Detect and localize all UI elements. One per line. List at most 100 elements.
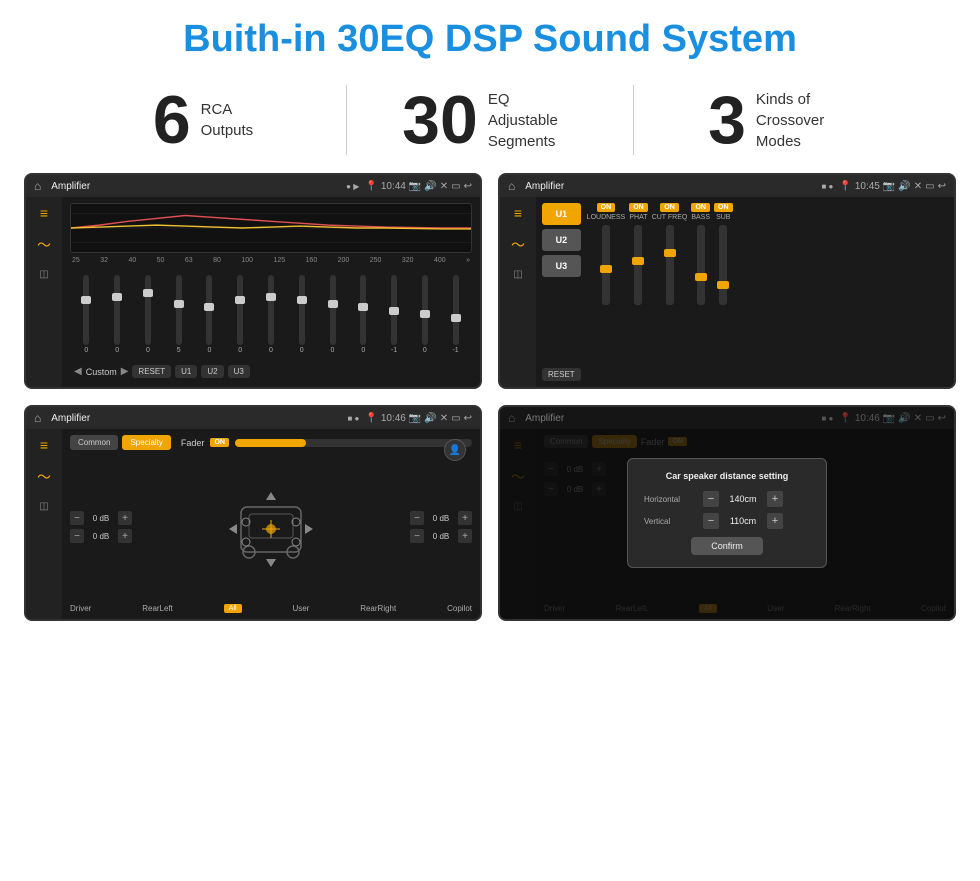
eq-track-4[interactable] (206, 275, 212, 345)
freq-100: 100 (241, 257, 253, 264)
cutfreq-slider[interactable] (666, 225, 674, 305)
wave-icon-2[interactable]: 〜 (511, 235, 525, 255)
db-control-fr-top: − 0 dB + (410, 511, 472, 525)
horizontal-minus[interactable]: − (703, 491, 719, 507)
eq-track-11[interactable] (422, 275, 428, 345)
u3-btn[interactable]: U3 (228, 365, 250, 378)
eq-val-0: 0 (84, 347, 88, 354)
minus-fr-top[interactable]: − (410, 511, 424, 525)
u1-btn[interactable]: U1 (175, 365, 197, 378)
side-controls-1: ≡ 〜 ◫ (26, 197, 62, 387)
tab-specialty[interactable]: Specialty (122, 435, 170, 450)
u2-btn[interactable]: U2 (201, 365, 223, 378)
camera-icon-2: 📷 (883, 181, 895, 192)
back-icon-2[interactable]: ↩ (938, 181, 946, 192)
fader-slider[interactable] (235, 439, 472, 447)
eq-thumb-0 (81, 296, 91, 304)
user-icon-fader[interactable]: 👤 (444, 439, 466, 461)
eq-track-12[interactable] (453, 275, 459, 345)
back-icon-1[interactable]: ↩ (464, 181, 472, 192)
eq-track-9[interactable] (360, 275, 366, 345)
speaker-icon-2[interactable]: ◫ (513, 269, 522, 280)
battery-icon-2: ▭ (925, 181, 934, 192)
horizontal-label: Horizontal (644, 495, 699, 504)
eq-val-2: 0 (146, 347, 150, 354)
camera-icon-3: 📷 (409, 413, 421, 424)
reset-btn-eq[interactable]: RESET (132, 365, 171, 378)
eq-freq-labels: 25 32 40 50 63 80 100 125 160 200 250 32… (70, 257, 472, 264)
sub-slider[interactable] (719, 225, 727, 305)
loudness-on[interactable]: ON (597, 203, 616, 212)
phat-on[interactable]: ON (629, 203, 648, 212)
speaker-icon-1[interactable]: ◫ (39, 269, 48, 280)
plus-fr-top[interactable]: + (458, 511, 472, 525)
status-icons-1: 📍 10:44 📷 🔊 ✕ ▭ ↩ (365, 181, 472, 192)
home-icon-3[interactable]: ⌂ (34, 411, 41, 425)
minus-fl-bot[interactable]: − (70, 529, 84, 543)
phat-slider[interactable] (634, 225, 642, 305)
loudness-slider[interactable] (602, 225, 610, 305)
fader-on[interactable]: ON (210, 438, 229, 447)
horizontal-plus[interactable]: + (767, 491, 783, 507)
bass-thumb (695, 273, 707, 281)
u2-btn-amp[interactable]: U2 (542, 229, 581, 251)
home-icon-1[interactable]: ⌂ (34, 179, 41, 193)
eq-icon-1[interactable]: ≡ (40, 205, 48, 221)
plus-fl-bot[interactable]: + (118, 529, 132, 543)
page-container: Buith-in 30EQ DSP Sound System 6 RCAOutp… (0, 0, 980, 637)
home-icon-2[interactable]: ⌂ (508, 179, 515, 193)
rearright-label[interactable]: RearRight (360, 604, 396, 613)
eq-val-8: 0 (331, 347, 335, 354)
prev-btn[interactable]: ◀ (74, 366, 82, 377)
u1-btn-amp[interactable]: U1 (542, 203, 581, 225)
bass-slider[interactable] (697, 225, 705, 305)
eq-icon-3[interactable]: ≡ (40, 437, 48, 453)
dialog-box: Car speaker distance setting Horizontal … (627, 458, 827, 568)
eq-track-1[interactable] (114, 275, 120, 345)
eq-val-9: 0 (361, 347, 365, 354)
eq-track-3[interactable] (176, 275, 182, 345)
bass-on[interactable]: ON (691, 203, 710, 212)
eq-track-6[interactable] (268, 275, 274, 345)
u3-btn-amp[interactable]: U3 (542, 255, 581, 277)
vertical-minus[interactable]: − (703, 513, 719, 529)
minus-fl-top[interactable]: − (70, 511, 84, 525)
amp2-main: U1 U2 U3 RESET ON LOUDNESS (536, 197, 954, 387)
wave-icon-3[interactable]: 〜 (37, 467, 51, 487)
speaker-icon-3[interactable]: ◫ (39, 501, 48, 512)
sub-on[interactable]: ON (714, 203, 733, 212)
cutfreq-on[interactable]: ON (660, 203, 679, 212)
eq-track-10[interactable] (391, 275, 397, 345)
plus-fl-top[interactable]: + (118, 511, 132, 525)
vertical-plus[interactable]: + (767, 513, 783, 529)
driver-label[interactable]: Driver (70, 604, 91, 613)
confirm-button[interactable]: Confirm (691, 537, 763, 555)
eq-track-8[interactable] (330, 275, 336, 345)
rearleft-label[interactable]: RearLeft (142, 604, 173, 613)
eq-track-2[interactable] (145, 275, 151, 345)
user-label[interactable]: User (292, 604, 309, 613)
plus-fr-bot[interactable]: + (458, 529, 472, 543)
freq-25: 25 (72, 257, 80, 264)
all-badge[interactable]: All (224, 604, 242, 613)
minus-fr-bot[interactable]: − (410, 529, 424, 543)
screen-content-3: ≡ 〜 ◫ Common Specialty Fader ON (26, 429, 480, 619)
status-dots-3: ■ ● (347, 414, 359, 423)
back-icon-3[interactable]: ↩ (464, 413, 472, 424)
eq-slider-0: 0 (72, 275, 101, 354)
amp2-u-buttons: U1 U2 U3 RESET (542, 203, 581, 381)
tab-common[interactable]: Common (70, 435, 118, 450)
car-diagram (221, 482, 321, 572)
next-btn[interactable]: ▶ (121, 366, 129, 377)
eq-thumb-11 (420, 310, 430, 318)
screen-content-2: ≡ 〜 ◫ U1 U2 U3 RESET ON LOU (500, 197, 954, 387)
eq-icon-2[interactable]: ≡ (514, 205, 522, 221)
eq-track-5[interactable] (237, 275, 243, 345)
reset-btn-amp[interactable]: RESET (542, 368, 581, 381)
wave-icon-1[interactable]: 〜 (37, 235, 51, 255)
copilot-label[interactable]: Copilot (447, 604, 472, 613)
eq-track-0[interactable] (83, 275, 89, 345)
eq-track-7[interactable] (299, 275, 305, 345)
eq-val-3: 5 (177, 347, 181, 354)
eq-thumb-9 (358, 303, 368, 311)
